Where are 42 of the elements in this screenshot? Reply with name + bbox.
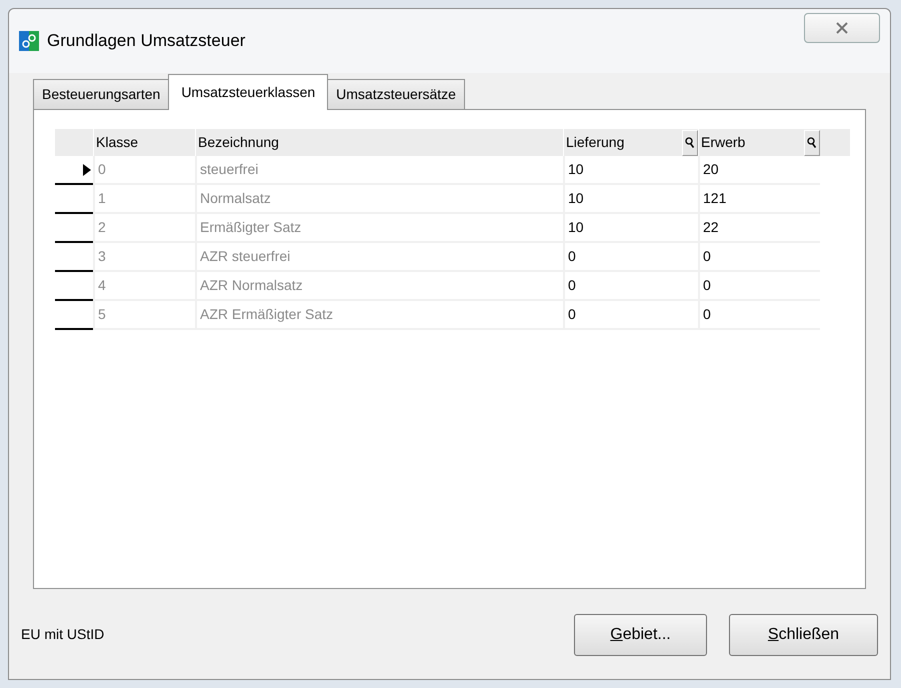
table-cell: 3 xyxy=(93,243,195,272)
window-title: Grundlagen Umsatzsteuer xyxy=(47,30,246,52)
lookup-button[interactable] xyxy=(804,130,820,156)
tab[interactable]: Umsatzsteuersätze xyxy=(327,79,465,109)
table-cell: steuerfrei xyxy=(195,156,563,185)
table-cell: 20 xyxy=(698,156,820,185)
status-text: EU mit UStID xyxy=(21,625,104,644)
dialog-button[interactable]: Gebiet... xyxy=(574,614,707,656)
table-cell: 5 xyxy=(93,301,195,330)
tab[interactable]: Besteuerungsarten xyxy=(33,79,170,109)
table-cell: AZR Normalsatz xyxy=(195,272,563,301)
table-cell: 0 xyxy=(698,243,820,272)
table-cell: 2 xyxy=(93,214,195,243)
header-label: Bezeichnung xyxy=(198,133,279,152)
table-cell: Normalsatz xyxy=(195,185,563,214)
table-cell: AZR steuerfrei xyxy=(195,243,563,272)
lookup-button[interactable] xyxy=(682,130,698,156)
table-cell: 10 xyxy=(563,185,698,214)
table-cell: 10 xyxy=(563,156,698,185)
table-cell: 0 xyxy=(563,243,698,272)
table-cell: 10 xyxy=(563,214,698,243)
table-cell: 0 xyxy=(698,301,820,330)
header-label: Klasse xyxy=(96,133,138,152)
search-icon xyxy=(685,136,695,148)
table-cell: 22 xyxy=(698,214,820,243)
table-cell: 0 xyxy=(563,272,698,301)
dialog-button[interactable]: Schließen xyxy=(729,614,878,656)
table-cell: AZR Ermäßigter Satz xyxy=(195,301,563,330)
table-cell: 0 xyxy=(698,272,820,301)
table-cell: 1 xyxy=(93,185,195,214)
close-button[interactable] xyxy=(804,13,880,43)
close-icon xyxy=(835,22,849,34)
table-cell: 0 xyxy=(93,156,195,185)
table-cell: 4 xyxy=(93,272,195,301)
table-cell: 121 xyxy=(698,185,820,214)
table-cell: 0 xyxy=(563,301,698,330)
search-icon xyxy=(807,136,817,148)
app-icon xyxy=(19,31,39,51)
table-cell: Ermäßigter Satz xyxy=(195,214,563,243)
header-label: Erwerb xyxy=(701,133,746,152)
tab[interactable]: Umsatzsteuerklassen xyxy=(168,74,328,110)
header-label: Lieferung xyxy=(566,133,624,152)
